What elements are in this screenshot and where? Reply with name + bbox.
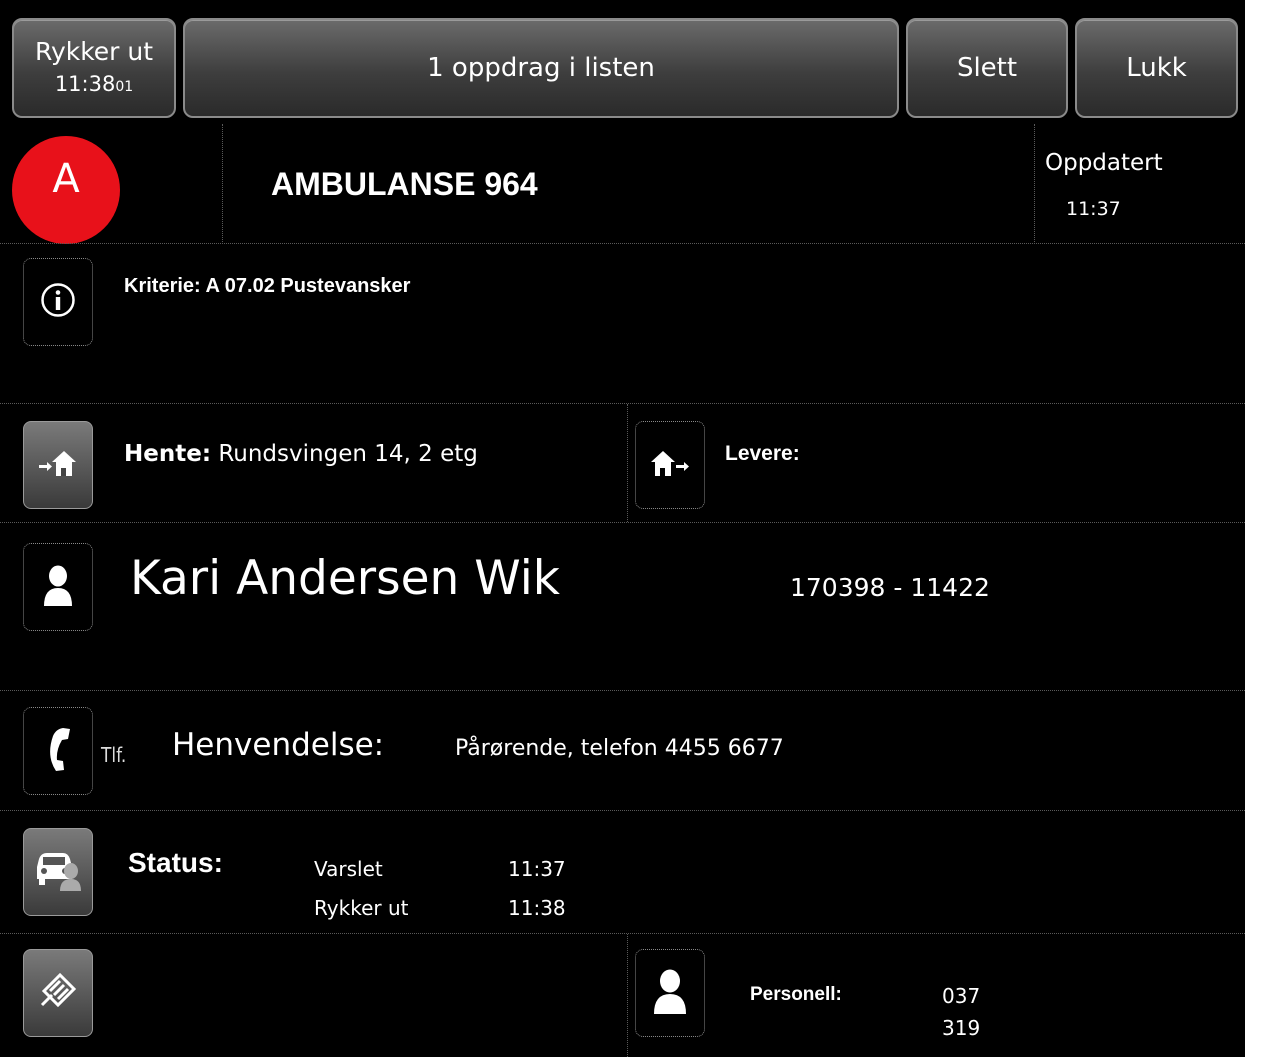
pickup-address: Rundsvingen 14, 2 etg (218, 441, 478, 467)
close-button[interactable]: Lukk (1075, 18, 1238, 118)
status-button-time: 11:3801 (55, 71, 133, 100)
updated-label: Oppdatert (1045, 150, 1163, 176)
personnel-label: Personell: (750, 984, 842, 1005)
dispatch-screen: Rykker ut 11:3801 1 oppdrag i listen Sle… (0, 0, 1245, 1057)
phone-icon (43, 726, 73, 777)
house-dropoff-icon (650, 448, 690, 483)
patient-button[interactable] (23, 543, 93, 631)
patient-name: Kari Andersen Wik (130, 551, 560, 606)
status-entry-time-1: 11:38 (508, 896, 566, 920)
person-icon (42, 564, 74, 611)
contact-value: Pårørende, telefon 4455 6677 (455, 736, 784, 761)
info-button[interactable] (23, 258, 93, 346)
criteria-text: Kriterie: A 07.02 Pustevansker (124, 275, 411, 297)
status-time-seconds: 01 (115, 78, 134, 95)
priority-badge-letter: A (52, 156, 80, 202)
tlf-label: Tlf. (101, 743, 127, 767)
pickup-button[interactable] (23, 421, 93, 509)
status-entry-time-0: 11:37 (508, 857, 566, 881)
updated-time: 11:37 (1066, 198, 1121, 220)
dropoff-button[interactable] (635, 421, 705, 509)
personnel-id-1: 319 (942, 1016, 981, 1040)
status-button[interactable]: Rykker ut 11:3801 (12, 18, 176, 118)
close-button-label: Lukk (1126, 53, 1187, 83)
priority-badge: A (12, 136, 120, 244)
dropoff-label: Levere: (725, 442, 800, 465)
pickup-label: Hente: (124, 441, 212, 467)
status-label: Status: (128, 847, 223, 878)
patient-id-number: 170398 - 11422 (790, 573, 990, 602)
house-pickup-icon (38, 448, 78, 483)
status-time-main: 11:38 (54, 71, 116, 96)
delete-button[interactable]: Slett (906, 18, 1068, 118)
phone-button[interactable] (23, 707, 93, 795)
notes-icon (38, 971, 78, 1016)
notes-button[interactable] (23, 949, 93, 1037)
info-icon (40, 282, 76, 323)
delete-button-label: Slett (956, 53, 1018, 83)
status-detail-button[interactable] (23, 828, 93, 916)
pickup-row: Hente: Rundsvingen 14, 2 etg (124, 441, 478, 467)
vehicle-status-icon (35, 849, 81, 896)
assignment-list-label: 1 oppdrag i listen (427, 53, 655, 83)
status-button-label: Rykker ut (34, 36, 154, 66)
unit-title: AMBULANSE 964 (271, 166, 538, 202)
personnel-button[interactable] (635, 949, 705, 1037)
assignment-list-button[interactable]: 1 oppdrag i listen (183, 18, 899, 118)
contact-label: Henvendelse: (172, 727, 385, 763)
status-entry-name-0: Varslet (314, 857, 383, 881)
personnel-id-0: 037 (942, 984, 981, 1008)
personnel-person-icon (652, 968, 688, 1019)
status-entry-name-1: Rykker ut (314, 896, 409, 920)
